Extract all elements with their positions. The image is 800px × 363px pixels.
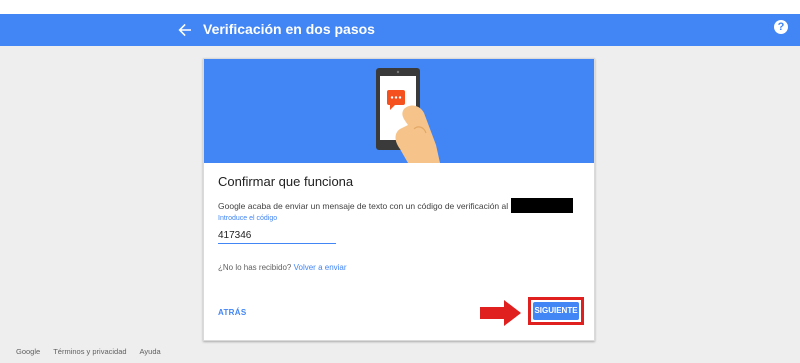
footer-link-help[interactable]: Ayuda <box>140 347 161 356</box>
next-button-highlight: SIGUIENTE <box>528 297 584 325</box>
resend-row: ¿No lo has recibido? Volver a enviar <box>218 263 347 272</box>
resend-link[interactable]: Volver a enviar <box>294 263 347 272</box>
browser-top-strip <box>0 0 800 14</box>
red-arrow-icon <box>480 300 521 326</box>
page-title: Verificación en dos pasos <box>203 21 375 37</box>
code-field-label: Introduce el código <box>218 215 278 222</box>
resend-prompt: ¿No lo has recibido? <box>218 263 292 272</box>
description-text: Google acaba de enviar un mensaje de tex… <box>218 200 509 211</box>
phone-illustration <box>204 59 594 163</box>
verification-card: Confirmar que funciona Google acaba de e… <box>203 58 595 341</box>
card-title: Confirmar que funciona <box>218 174 354 189</box>
back-button[interactable]: ATRÁS <box>218 308 246 317</box>
footer-link-terms-privacy[interactable]: Términos y privacidad <box>53 347 126 356</box>
footer: Google Términos y privacidad Ayuda <box>16 347 174 356</box>
redacted-phone-number <box>511 198 574 213</box>
app-bar: Verificación en dos pasos ? <box>0 14 800 46</box>
footer-link-google[interactable]: Google <box>16 347 40 356</box>
sms-description: Google acaba de enviar un mensaje de tex… <box>218 198 574 214</box>
arrow-back-icon[interactable] <box>175 20 195 40</box>
verification-code-input[interactable] <box>218 227 336 244</box>
next-button[interactable]: SIGUIENTE <box>533 302 579 320</box>
help-icon[interactable]: ? <box>774 20 788 34</box>
